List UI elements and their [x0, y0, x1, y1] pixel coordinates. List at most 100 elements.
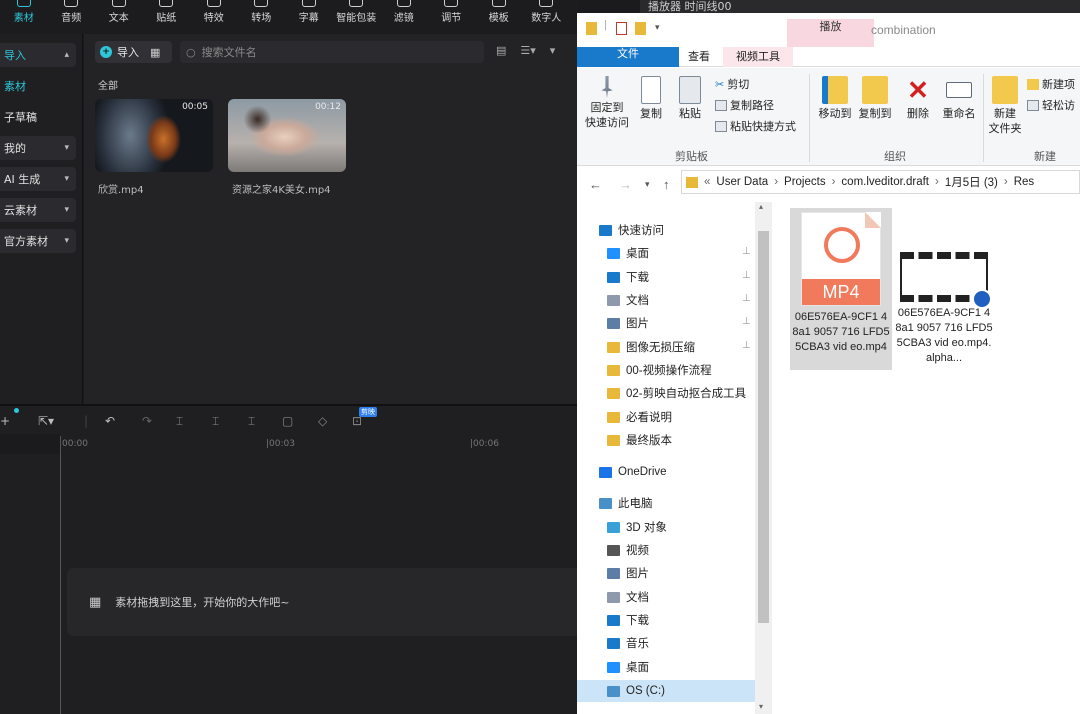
media-thumb-1[interactable]: 00:05: [95, 99, 213, 172]
toolbar-tab-5[interactable]: 转场: [238, 0, 286, 34]
new-folder-button[interactable]: 新建 文件夹: [987, 76, 1023, 137]
toolbar-tab-label: 音频: [61, 13, 82, 24]
paste-shortcut-button[interactable]: 粘贴快捷方式: [715, 118, 796, 134]
sidebar-item-5[interactable]: 云素材 ▾: [0, 198, 76, 222]
new-item-button[interactable]: 新建项: [1027, 76, 1075, 92]
customize-qa-icon[interactable]: ▾: [655, 22, 660, 33]
tab-video-tools[interactable]: 视频工具: [723, 47, 793, 67]
nav-item[interactable]: 视频: [607, 539, 649, 561]
nav-item[interactable]: 00-视频操作流程: [607, 359, 712, 381]
toolbar-tab-0[interactable]: 素材: [0, 0, 48, 34]
delete-button[interactable]: ✕ 删除: [901, 76, 935, 122]
rename-button[interactable]: 重命名: [937, 76, 981, 122]
move-to-button[interactable]: 移动到: [815, 76, 855, 122]
split-right-icon[interactable]: ⌶: [248, 414, 255, 429]
chevron-icon: ▴: [64, 50, 69, 60]
tab-file[interactable]: 文件: [577, 47, 679, 67]
scroll-down-icon[interactable]: ▾: [759, 702, 763, 711]
sidebar-item-3[interactable]: 我的 ▾: [0, 136, 76, 160]
forward-icon[interactable]: →: [619, 177, 632, 192]
overflow-chevron-icon[interactable]: «: [704, 176, 710, 188]
sidebar-item-6[interactable]: 官方素材 ▾: [0, 229, 76, 253]
breadcrumb-item[interactable]: 1月5日 (3): [945, 174, 998, 190]
toolbar-tab-6[interactable]: 字幕: [285, 0, 333, 34]
nav-scrollbar-thumb[interactable]: [758, 231, 769, 623]
toolbar-tab-4[interactable]: 特效: [190, 0, 238, 34]
sidebar-item-1[interactable]: 素材: [0, 74, 76, 98]
toolbar-tab-2[interactable]: 文本: [95, 0, 143, 34]
sidebar-item-2[interactable]: 子草稿: [0, 105, 76, 129]
nav-item[interactable]: 最终版本: [607, 429, 672, 451]
nav-item[interactable]: 文档: [607, 289, 649, 311]
toolbar-tab-9[interactable]: 调节: [428, 0, 476, 34]
sidebar-item-0[interactable]: 导入 ▴: [0, 43, 76, 67]
copy-button[interactable]: 复制: [637, 76, 665, 122]
nav-item[interactable]: 音乐: [607, 632, 649, 654]
easy-access-button[interactable]: 轻松访: [1027, 97, 1075, 113]
scroll-up-icon[interactable]: ▴: [759, 202, 763, 211]
cut-button[interactable]: ✂ 剪切: [715, 76, 749, 92]
media-thumb-2[interactable]: 00:12: [228, 99, 346, 172]
nav-item[interactable]: 图片: [607, 312, 649, 334]
history-dropdown-icon[interactable]: ▾: [645, 179, 650, 190]
back-icon[interactable]: ←: [589, 177, 602, 192]
grid-icon[interactable]: ▦: [150, 46, 160, 59]
copy-label: 复制: [640, 108, 662, 120]
sidebar-item-4[interactable]: AI 生成 ▾: [0, 167, 76, 191]
nav-item[interactable]: 图像无损压缩: [607, 336, 695, 358]
nav-item[interactable]: 快速访问: [599, 219, 664, 241]
paste-button[interactable]: 粘贴: [676, 76, 704, 122]
split-left-icon[interactable]: ⌶: [212, 414, 219, 429]
breadcrumb-item[interactable]: com.lveditor.draft: [841, 176, 929, 188]
filter-icon[interactable]: ▾: [550, 44, 556, 60]
shortcut-icon: [715, 120, 727, 132]
timeline-drop-zone[interactable]: ▦ 素材拖拽到这里，开始你的大作吧~: [67, 568, 578, 636]
file-item-mp4[interactable]: MP4 06E576EA-9CF1 48a1 9057 716 LFD55CBA…: [790, 208, 892, 370]
nav-item[interactable]: 下载: [607, 609, 649, 631]
nav-item[interactable]: 此电脑: [599, 492, 653, 514]
breadcrumb-item[interactable]: Projects: [784, 176, 826, 188]
divider: |: [84, 414, 89, 428]
address-bar[interactable]: « User Data › Projects › com.lveditor.dr…: [681, 170, 1080, 194]
copy-path-button[interactable]: 复制路径: [715, 97, 774, 113]
split-icon[interactable]: ⌶: [176, 414, 183, 429]
toolbar-tab-1[interactable]: 音频: [48, 0, 96, 34]
toolbar-tab-7[interactable]: 智能包装: [333, 0, 381, 34]
select-tool-icon[interactable]: ⇱▾: [38, 414, 54, 428]
add-track-icon[interactable]: +: [0, 414, 10, 428]
file-item-alpha[interactable]: 06E576EA-9CF1 48a1 9057 716 LFD55CBA3 vi…: [893, 208, 995, 370]
nav-item[interactable]: 图片: [607, 562, 649, 584]
nav-item[interactable]: 文档: [607, 586, 649, 608]
toolbar-tab-3[interactable]: 贴纸: [143, 0, 191, 34]
nav-item[interactable]: 桌面: [607, 242, 649, 264]
redo-icon[interactable]: ↷: [142, 414, 152, 428]
new-folder-qa-icon[interactable]: [635, 22, 646, 35]
nav-item[interactable]: OneDrive: [599, 461, 667, 483]
search-input[interactable]: ○ 搜索文件名: [180, 41, 484, 63]
undo-icon[interactable]: ↶: [105, 414, 115, 428]
breadcrumb-item[interactable]: Res: [1014, 176, 1034, 188]
copy-to-button[interactable]: 复制到: [855, 76, 895, 122]
cut-label: 剪切: [727, 79, 750, 91]
nav-item[interactable]: 02-剪映自动抠合成工具: [607, 382, 746, 404]
layout-icon[interactable]: ▤: [496, 44, 506, 60]
tab-view[interactable]: 查看: [675, 47, 723, 67]
nav-item-label: 下载: [626, 272, 649, 284]
mark-icon[interactable]: ◇: [318, 414, 327, 428]
toolbar-tab-8[interactable]: 滤镜: [380, 0, 428, 34]
breadcrumb-item[interactable]: User Data: [716, 176, 768, 188]
nav-item[interactable]: OS (C:): [577, 680, 755, 702]
nav-item[interactable]: 必看说明: [607, 406, 672, 428]
context-tab-play[interactable]: 播放: [787, 19, 874, 48]
sort-icon[interactable]: ☰▾: [520, 44, 535, 60]
nav-item[interactable]: 下载: [607, 266, 649, 288]
nav-item[interactable]: 3D 对象: [607, 516, 667, 538]
delete-icon[interactable]: ▢: [282, 414, 293, 428]
import-button[interactable]: + 导入 ▦: [95, 41, 172, 63]
toolbar-tab-10[interactable]: 模板: [475, 0, 523, 34]
properties-icon[interactable]: [616, 22, 627, 35]
nav-item[interactable]: 桌面: [607, 656, 649, 678]
up-icon[interactable]: ↑: [663, 177, 670, 192]
toolbar-tab-11[interactable]: 数字人: [523, 0, 571, 34]
pin-quick-access-button[interactable]: 固定到 快速访问: [585, 76, 629, 131]
